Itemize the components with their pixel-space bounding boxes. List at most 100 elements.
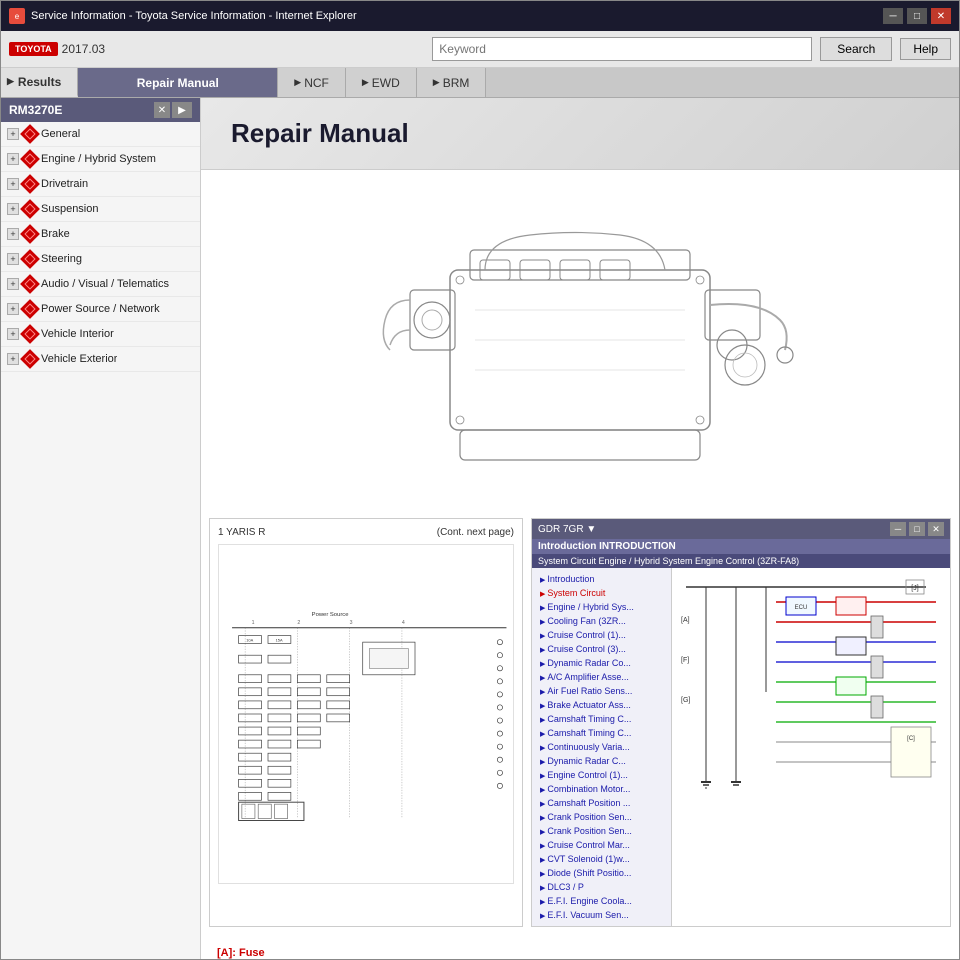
version-text: 2017.03 [62, 42, 105, 56]
tab-repair-manual[interactable]: Repair Manual [78, 68, 278, 97]
expand-icon-power[interactable]: + [7, 303, 19, 315]
item-icon-suspension [20, 199, 40, 219]
tab-ewd[interactable]: EWD [346, 68, 417, 97]
toc-item-17[interactable]: Crank Position Sen... [536, 810, 667, 824]
toc-item-2[interactable]: Engine / Hybrid Sys... [536, 600, 667, 614]
toc-item-19[interactable]: Cruise Control Mar... [536, 838, 667, 852]
sidebar-item-audio[interactable]: + Audio / Visual / Telematics [1, 272, 200, 297]
sidebar-item-brake[interactable]: + Brake [1, 222, 200, 247]
toc-item-21[interactable]: Diode (Shift Positio... [536, 866, 667, 880]
svg-text:2: 2 [297, 620, 300, 626]
item-icon-audio [20, 274, 40, 294]
svg-text:[C]: [C] [907, 736, 915, 742]
toolbar: TOYOTA 2017.03 Search Help [1, 31, 959, 68]
sidebar-label-general: General [41, 128, 80, 140]
toc-item-14[interactable]: Engine Control (1)... [536, 768, 667, 782]
svg-text:15A: 15A [276, 637, 283, 642]
toc-item-23[interactable]: E.F.I. Engine Coola... [536, 894, 667, 908]
engine-diagram [330, 190, 830, 490]
keyword-input[interactable] [432, 37, 812, 61]
help-button[interactable]: Help [900, 38, 951, 60]
tab-brm[interactable]: BRM [417, 68, 487, 97]
intro-panel-maximize[interactable]: □ [909, 522, 925, 536]
sidebar-item-drivetrain[interactable]: + Drivetrain [1, 172, 200, 197]
ewd-diagram: Power Source 1 2 3 4 [218, 544, 514, 884]
svg-text:1: 1 [252, 620, 255, 626]
sidebar-item-interior[interactable]: + Vehicle Interior [1, 322, 200, 347]
toc-item-4[interactable]: Cruise Control (1)... [536, 628, 667, 642]
toc-item-5[interactable]: Cruise Control (3)... [536, 642, 667, 656]
toc-item-22[interactable]: DLC3 / P [536, 880, 667, 894]
sidebar-title: RM3270E [9, 103, 62, 117]
item-icon-interior [20, 324, 40, 344]
sidebar-item-exterior[interactable]: + Vehicle Exterior [1, 347, 200, 372]
toc-item-13[interactable]: Dynamic Radar C... [536, 754, 667, 768]
tab-ncf[interactable]: NCF [278, 68, 346, 97]
item-icon-engine [20, 149, 40, 169]
svg-text:[F]: [F] [681, 657, 689, 664]
intro-panel-header: GDR 7GR ▼ ─ □ ✕ [532, 519, 950, 539]
text-content: [A]: Fuse Indicates the name and capacit… [201, 935, 959, 959]
main-window: e Service Information - Toyota Service I… [0, 0, 960, 960]
search-button[interactable]: Search [820, 37, 892, 61]
toc-item-1[interactable]: System Circuit [536, 586, 667, 600]
toc-item-10[interactable]: Camshaft Timing C... [536, 712, 667, 726]
toc-item-20[interactable]: CVT Solenoid (1)w... [536, 852, 667, 866]
toc-item-15[interactable]: Combination Motor... [536, 782, 667, 796]
sidebar-label-drivetrain: Drivetrain [41, 178, 88, 190]
svg-text:[A]: [A] [681, 617, 690, 624]
toc-item-9[interactable]: Brake Actuator Ass... [536, 698, 667, 712]
item-icon-power [20, 299, 40, 319]
sidebar-item-general[interactable]: + General [1, 122, 200, 147]
expand-icon-steering[interactable]: + [7, 253, 19, 265]
sidebar-nav-button[interactable]: ▶ [172, 102, 192, 118]
expand-icon-engine[interactable]: + [7, 153, 19, 165]
window-controls: ─ □ ✕ [883, 8, 951, 24]
sidebar-item-steering[interactable]: + Steering [1, 247, 200, 272]
sidebar-label-interior: Vehicle Interior [41, 328, 114, 340]
ewd-panel: 1 YARIS R (Cont. next page) Power Source… [209, 518, 523, 927]
sidebar-item-engine[interactable]: + Engine / Hybrid System [1, 147, 200, 172]
expand-icon-interior[interactable]: + [7, 328, 19, 340]
expand-icon-audio[interactable]: + [7, 278, 19, 290]
toc-item-12[interactable]: Continuously Varia... [536, 740, 667, 754]
toc-item-18[interactable]: Crank Position Sen... [536, 824, 667, 838]
sidebar-item-suspension[interactable]: + Suspension [1, 197, 200, 222]
toc-item-16[interactable]: Camshaft Position ... [536, 796, 667, 810]
title-bar-left: e Service Information - Toyota Service I… [9, 8, 357, 24]
intro-panel-content: IntroductionSystem CircuitEngine / Hybri… [532, 568, 950, 927]
content-area: Repair Manual [201, 98, 959, 959]
item-icon-drivetrain [20, 174, 40, 194]
toc-item-7[interactable]: A/C Amplifier Asse... [536, 670, 667, 684]
intro-panel-subtitle: GDR 7GR ▼ [538, 524, 596, 535]
repair-manual-header: Repair Manual [201, 98, 959, 170]
toc-item-11[interactable]: Camshaft Timing C... [536, 726, 667, 740]
sidebar-item-power[interactable]: + Power Source / Network [1, 297, 200, 322]
intro-toc: IntroductionSystem CircuitEngine / Hybri… [532, 568, 672, 927]
maximize-button[interactable]: □ [907, 8, 927, 24]
close-button[interactable]: ✕ [931, 8, 951, 24]
expand-icon-exterior[interactable]: + [7, 353, 19, 365]
expand-icon-brake[interactable]: + [7, 228, 19, 240]
intro-panel-close[interactable]: ✕ [928, 522, 944, 536]
toc-item-0[interactable]: Introduction [536, 572, 667, 586]
expand-icon-general[interactable]: + [7, 128, 19, 140]
toc-item-3[interactable]: Cooling Fan (3ZR... [536, 614, 667, 628]
toc-item-6[interactable]: Dynamic Radar Co... [536, 656, 667, 670]
expand-icon-suspension[interactable]: + [7, 203, 19, 215]
window-title: Service Information - Toyota Service Inf… [31, 10, 357, 22]
logo-area: TOYOTA 2017.03 [9, 42, 105, 56]
minimize-button[interactable]: ─ [883, 8, 903, 24]
ie-icon: e [9, 8, 25, 24]
intro-panel-minimize[interactable]: ─ [890, 522, 906, 536]
item-icon-exterior [20, 349, 40, 369]
svg-text:3: 3 [350, 620, 353, 626]
item-icon-brake [20, 224, 40, 244]
tab-results[interactable]: Results [1, 68, 78, 97]
toc-item-24[interactable]: E.F.I. Vacuum Sen... [536, 908, 667, 922]
sidebar-close-button[interactable]: ✕ [154, 102, 170, 118]
expand-icon-drivetrain[interactable]: + [7, 178, 19, 190]
sidebar: RM3270E ✕ ▶ + General + Engine / Hybrid … [1, 98, 201, 959]
toc-item-8[interactable]: Air Fuel Ratio Sens... [536, 684, 667, 698]
intro-panel: GDR 7GR ▼ ─ □ ✕ Introduction INTRODUCTIO… [531, 518, 951, 927]
